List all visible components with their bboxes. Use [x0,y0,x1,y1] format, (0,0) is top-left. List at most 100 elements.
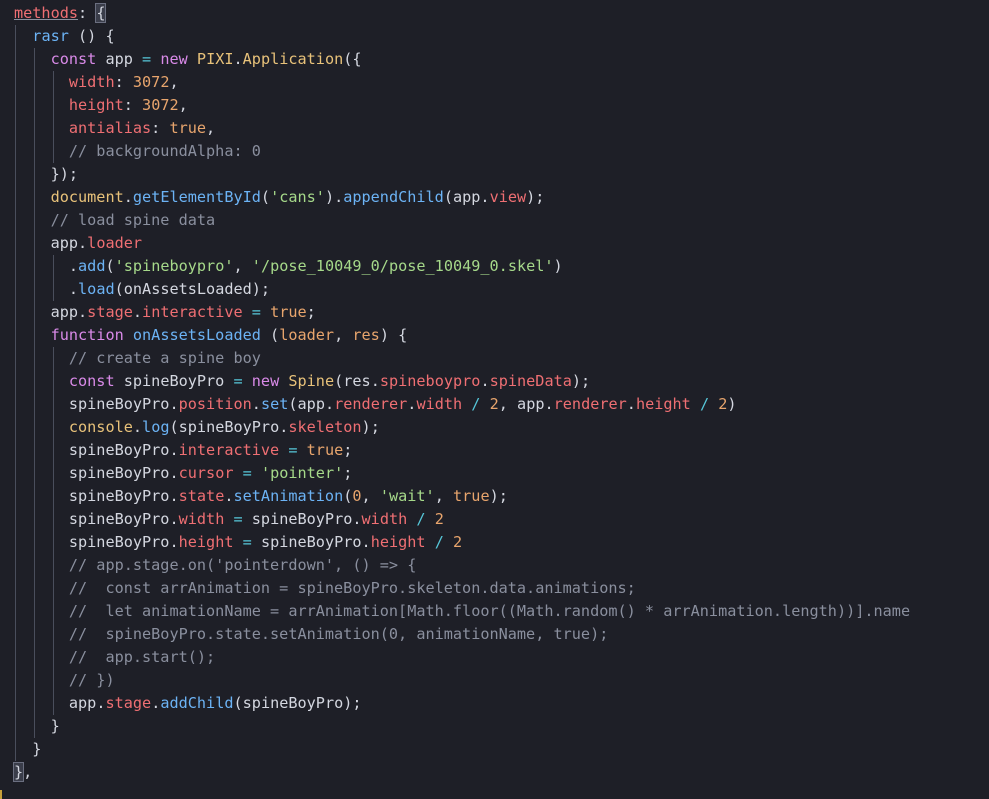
code-token: stage [87,303,133,321]
code-token: 2 [453,533,463,551]
indent-guide [34,209,35,232]
code-line[interactable]: width: 3072, [0,71,989,94]
code-token: app [50,234,79,252]
code-line[interactable]: }, [0,761,989,784]
indentation [14,487,69,505]
code-token: setAnimation [233,487,344,505]
code-token: ( [233,694,243,712]
code-line[interactable]: } [0,715,989,738]
indentation [14,579,69,597]
code-token: . [626,395,636,413]
code-line[interactable]: .add('spineboypro', '/pose_10049_0/pose_… [0,255,989,278]
code-line[interactable]: const spineBoyPro = new Spine(res.spineb… [0,370,989,393]
code-token: : [78,4,97,22]
indent-guide [34,715,35,738]
code-area[interactable]: methods: { rasr () { const app = new PIX… [0,2,989,784]
code-token: , [206,119,216,137]
code-line[interactable]: document.getElementById('cans').appendCh… [0,186,989,209]
code-token: . [123,188,133,206]
code-line[interactable]: spineBoyPro.height = spineBoyPro.height … [0,531,989,554]
indent-guide [34,692,35,715]
code-token: // app.start(); [68,648,216,666]
code-editor[interactable]: methods: { rasr () { const app = new PIX… [0,0,989,799]
code-token: width [178,510,225,528]
code-token: res [343,372,371,390]
code-token: 'spineboypro' [114,257,234,275]
indentation [14,671,69,689]
code-token: ); [571,372,591,390]
indent-guide [15,600,16,623]
code-line[interactable]: spineBoyPro.interactive = true; [0,439,989,462]
indent-guide [15,94,16,117]
code-line[interactable]: antialias: true, [0,117,989,140]
indent-guide [53,531,54,554]
indent-guide [53,623,54,646]
code-line[interactable]: app.loader [0,232,989,255]
code-line[interactable]: }); [0,163,989,186]
indentation [14,326,51,344]
code-line[interactable]: // app.stage.on('pointerdown', () => { [0,554,989,577]
code-token: true [169,119,207,137]
code-line[interactable]: } [0,738,989,761]
code-token: . [132,418,143,436]
code-line[interactable]: methods: { [0,2,989,25]
indent-guide [34,324,35,347]
code-token: onAssetsLoaded [123,280,252,298]
indent-guide [53,508,54,531]
code-line[interactable]: app.stage.interactive = true; [0,301,989,324]
code-line[interactable]: // app.start(); [0,646,989,669]
code-line[interactable]: const app = new PIXI.Application({ [0,48,989,71]
indent-guide [34,117,35,140]
indent-guide [34,347,35,370]
code-token: 0 [352,487,362,505]
code-token: function [50,326,124,344]
code-token: height [68,96,124,114]
code-token: spineData [489,372,572,390]
code-line[interactable]: // }) [0,669,989,692]
code-line[interactable]: spineBoyPro.width = spineBoyPro.width / … [0,508,989,531]
code-token: . [169,533,179,551]
code-token: ( [443,188,453,206]
indent-guide [53,117,54,140]
indent-guide [15,646,16,669]
code-line[interactable]: // backgroundAlpha: 0 [0,140,989,163]
indent-guide [15,301,16,324]
code-token: ). [324,188,344,206]
code-line[interactable]: console.log(spineBoyPro.skeleton); [0,416,989,439]
indent-guide [34,623,35,646]
code-token: ) [727,395,737,413]
code-token: , [178,96,188,114]
code-token: . [370,372,380,390]
code-line[interactable]: .load(onAssetsLoaded); [0,278,989,301]
code-token: add [78,257,106,275]
indent-guide [15,140,16,163]
code-token: , [169,73,179,91]
code-token: . [233,50,243,68]
code-line[interactable]: // const arrAnimation = spineBoyPro.skel… [0,577,989,600]
code-line[interactable]: height: 3072, [0,94,989,117]
indent-guide [53,393,54,416]
code-line[interactable]: spineBoyPro.state.setAnimation(0, 'wait'… [0,485,989,508]
code-token: ); [361,418,380,436]
code-line[interactable]: // spineBoyPro.state.setAnimation(0, ani… [0,623,989,646]
code-line[interactable]: rasr () { [0,25,989,48]
indentation [14,510,69,528]
code-line[interactable]: app.stage.addChild(spineBoyPro); [0,692,989,715]
code-line[interactable]: function onAssetsLoaded (loader, res) { [0,324,989,347]
code-token: width [361,510,408,528]
indentation [14,395,69,413]
code-token: = [233,464,261,482]
code-token: app [297,395,325,413]
indent-guide [34,94,35,117]
code-token: onAssetsLoaded [132,326,261,344]
code-line[interactable]: // let animationName = arrAnimation[Math… [0,600,989,623]
code-token: 'cans' [270,188,325,206]
indent-guide [53,71,54,94]
code-line[interactable]: spineBoyPro.position.set(app.renderer.wi… [0,393,989,416]
indent-guide [34,416,35,439]
code-line[interactable]: // create a spine boy [0,347,989,370]
code-line[interactable]: spineBoyPro.cursor = 'pointer'; [0,462,989,485]
indentation [14,188,51,206]
code-line[interactable]: // load spine data [0,209,989,232]
